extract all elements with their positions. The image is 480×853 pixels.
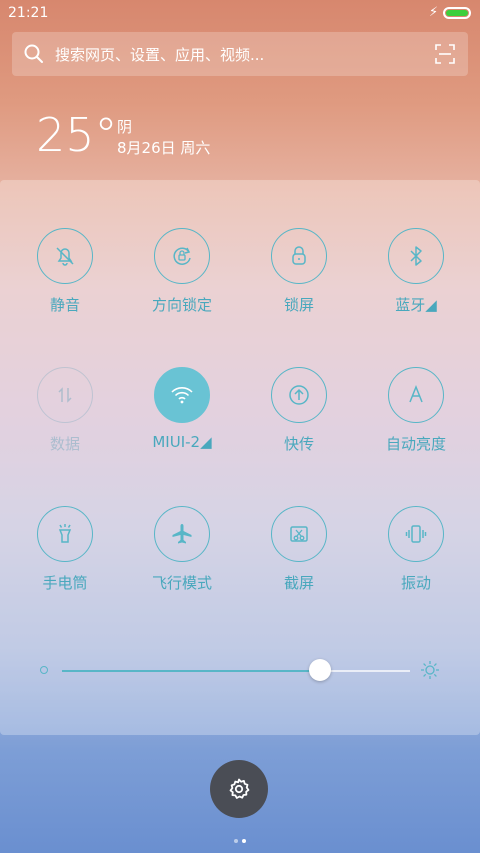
toggle-label: 快传 — [283, 435, 314, 453]
scan-icon[interactable] — [434, 43, 456, 65]
quick-settings-panel: 静音 方向锁定 锁屏 蓝牙◢ 数据 MIUI-2◢ 快传 自动亮度 手电筒 飞行… — [0, 180, 480, 735]
toggle-label: 数据 — [49, 435, 80, 453]
toggle-label: 锁屏 — [283, 296, 314, 314]
flashlight-icon — [37, 506, 93, 562]
toggle-mobile-data[interactable]: 数据 — [6, 367, 124, 454]
toggle-mute[interactable]: 静音 — [6, 228, 124, 315]
toggle-flashlight[interactable]: 手电筒 — [6, 506, 124, 593]
rotation-lock-icon — [154, 228, 210, 284]
charging-icon: ⚡ — [429, 5, 439, 20]
search-placeholder: 搜索网页、设置、应用、视频... — [55, 46, 265, 64]
slider-fill — [62, 670, 320, 672]
search-icon — [24, 44, 43, 63]
search-bar[interactable]: 搜索网页、设置、应用、视频... — [12, 32, 468, 76]
toggle-label: 自动亮度 — [385, 435, 446, 453]
quick-transfer-icon — [271, 367, 327, 423]
toggle-label: 静音 — [49, 296, 80, 314]
toggle-airplane-mode[interactable]: 飞行模式 — [123, 506, 241, 593]
toggle-label: 振动 — [400, 574, 431, 592]
settings-button[interactable] — [210, 760, 268, 818]
mobile-data-icon — [37, 367, 93, 423]
toggle-label: 飞行模式 — [151, 574, 212, 592]
clock: 21:21 — [8, 5, 49, 21]
lock-icon — [271, 228, 327, 284]
screenshot-icon — [271, 506, 327, 562]
toggle-quick-transfer[interactable]: 快传 — [240, 367, 358, 454]
toggle-screenshot[interactable]: 截屏 — [240, 506, 358, 593]
toggle-lock-screen[interactable]: 锁屏 — [240, 228, 358, 315]
date-label: 8月26日 周六 — [117, 139, 211, 157]
brightness-low-icon — [40, 666, 48, 674]
status-bar: 21:21 ⚡ — [0, 0, 480, 28]
bluetooth-icon — [388, 228, 444, 284]
brightness-slider[interactable] — [40, 655, 440, 685]
wifi-icon — [154, 367, 210, 423]
vibrate-icon — [388, 506, 444, 562]
page-dot-active — [242, 839, 246, 843]
page-indicator — [232, 828, 248, 847]
toggle-label: 截屏 — [283, 574, 314, 592]
mute-bell-icon — [37, 228, 93, 284]
battery-icon — [443, 7, 471, 19]
toggle-vibrate[interactable]: 振动 — [357, 506, 475, 593]
toggle-label: 方向锁定 — [151, 296, 212, 314]
toggle-label: 手电筒 — [42, 574, 88, 592]
gear-icon — [229, 778, 250, 799]
toggle-rotation-lock[interactable]: 方向锁定 — [123, 228, 241, 315]
toggle-bluetooth[interactable]: 蓝牙◢ — [357, 228, 475, 315]
weather-condition: 阴 — [117, 118, 133, 136]
auto-brightness-icon — [388, 367, 444, 423]
toggle-label: MIUI-2◢ — [152, 433, 212, 451]
toggle-auto-brightness[interactable]: 自动亮度 — [357, 367, 475, 454]
airplane-icon — [154, 506, 210, 562]
slider-thumb[interactable] — [308, 659, 331, 681]
toggle-label: 蓝牙◢ — [395, 296, 437, 314]
page-dot — [234, 839, 238, 843]
temperature: 25° — [36, 108, 118, 162]
brightness-high-icon — [421, 661, 439, 679]
toggle-wifi[interactable]: MIUI-2◢ — [123, 367, 241, 451]
